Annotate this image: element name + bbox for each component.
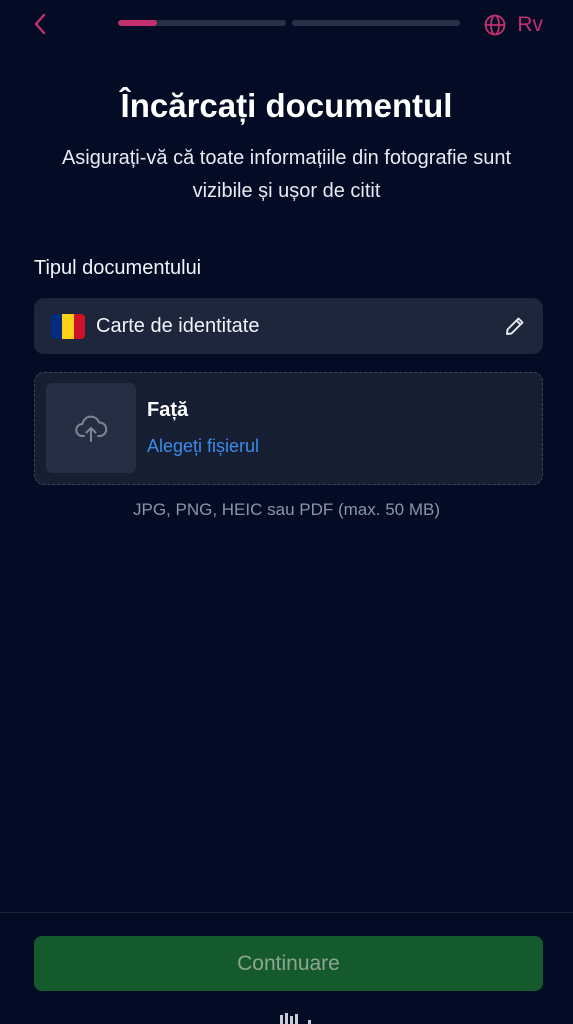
page-subtitle: Asigurați-vă că toate informațiile din f… bbox=[61, 147, 512, 202]
file-formats-hint: JPG, PNG, HEIC sau PDF (max. 50 MB) bbox=[132, 500, 440, 519]
progress-step-2 bbox=[292, 20, 460, 26]
language-label: Rv bbox=[517, 13, 543, 36]
continue-button[interactable]: Continuare bbox=[34, 936, 543, 991]
top-bar: Rv bbox=[0, 0, 573, 50]
progress-bar bbox=[118, 20, 460, 26]
upload-side-label: Față bbox=[147, 399, 189, 421]
cloud-upload-icon bbox=[75, 415, 108, 442]
upload-front-area[interactable]: Față Alegeți fișierul bbox=[34, 372, 543, 485]
romania-flag-icon bbox=[51, 313, 85, 339]
pencil-icon[interactable] bbox=[501, 312, 529, 340]
globe-icon bbox=[484, 14, 506, 36]
document-type-value: Carte de identitate bbox=[96, 314, 260, 337]
progress-step-1 bbox=[118, 20, 286, 26]
page-title: Încărcați documentul bbox=[120, 87, 453, 124]
document-type-selector[interactable]: Carte de identitate bbox=[34, 298, 543, 354]
progress-fill bbox=[118, 20, 157, 26]
document-type-label: Tipul documentului bbox=[34, 257, 202, 279]
flag-stripe-yellow bbox=[62, 313, 74, 339]
flag-stripe-blue bbox=[51, 313, 63, 339]
logo-icon bbox=[280, 1013, 311, 1024]
footer-divider bbox=[0, 912, 573, 913]
upload-thumbnail bbox=[46, 383, 136, 473]
back-button[interactable] bbox=[24, 8, 56, 40]
choose-file-link[interactable]: Alegeți fișierul bbox=[147, 436, 259, 457]
chevron-left-icon bbox=[34, 13, 46, 35]
flag-stripe-red bbox=[73, 313, 85, 339]
language-button[interactable]: Rv bbox=[483, 10, 543, 40]
